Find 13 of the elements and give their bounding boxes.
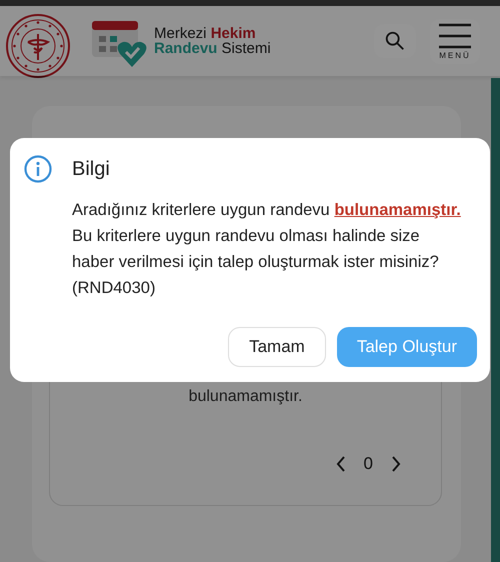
brand-name: Randevu Sistemi: [154, 41, 271, 56]
dialog-title: Bilgi: [72, 158, 111, 181]
empty-result-text: bulunamamıştır.: [188, 388, 302, 406]
ok-button[interactable]: Tamam: [228, 327, 326, 367]
brand-name: Merkezi Hekim: [154, 26, 257, 41]
calendar-heart-icon: [92, 21, 148, 67]
page-number: 0: [364, 454, 373, 474]
menu-icon: [438, 22, 472, 48]
dialog-message: Aradığınız kriterlere uygun randevu bulunamamıştır. Bu kriterlere uygun randevu olması halinde size haber verilmesi için talep oluşturmak ister misiniz? (RND4030): [72, 200, 462, 299]
search-icon: [384, 30, 406, 52]
info-icon: [24, 155, 52, 183]
next-page-icon[interactable]: [391, 456, 401, 472]
previous-page-icon[interactable]: [336, 456, 346, 472]
